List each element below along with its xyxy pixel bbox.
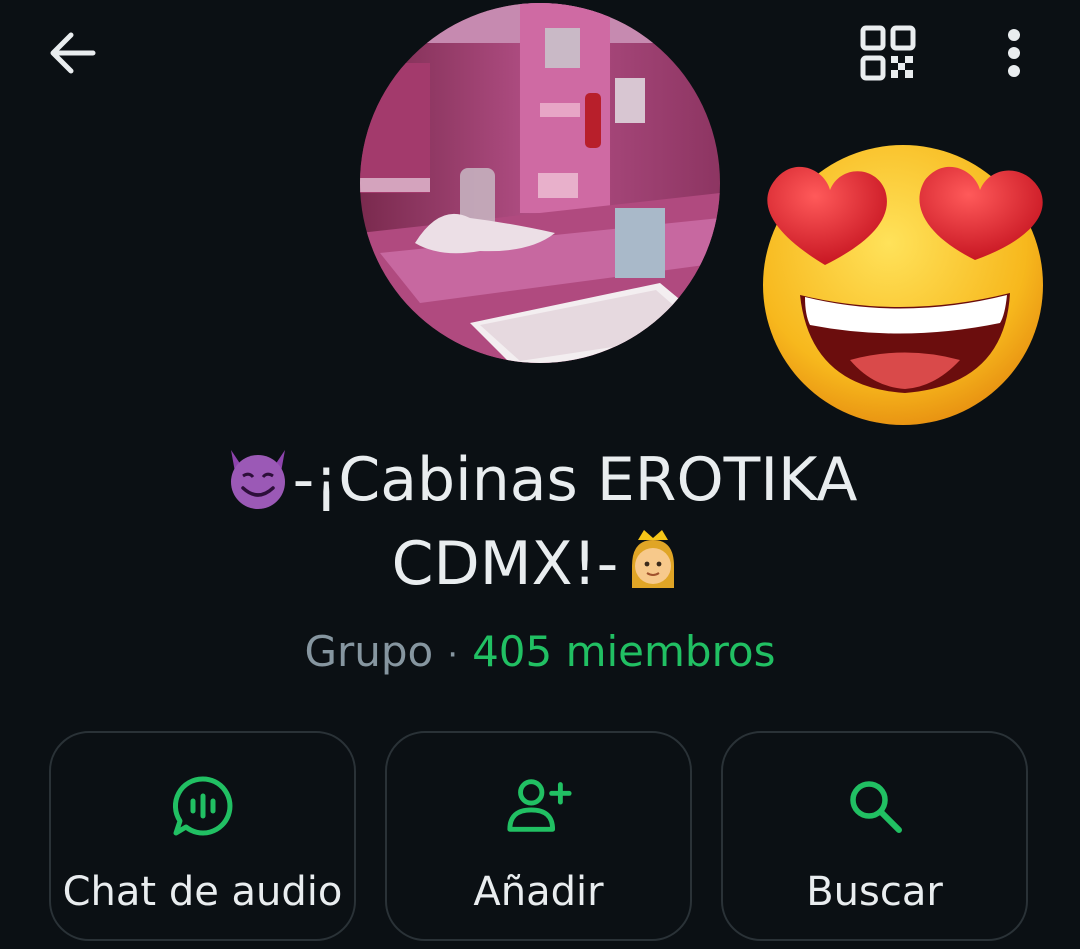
title-line-1: -¡Cabinas EROTIKA [292,445,858,515]
group-type: Grupo [304,627,434,676]
group-subtitle: Grupo · 405 miembros [0,622,1080,685]
audio-chat-icon [172,776,232,836]
princess-emoji [632,530,675,589]
more-options-button[interactable] [982,18,1046,88]
smiling-devil-emoji [230,450,285,510]
search-button[interactable]: Buscar [721,731,1028,941]
group-photo [360,3,720,363]
qr-code-icon [860,25,916,81]
qr-code-button[interactable] [852,18,924,88]
search-label: Buscar [806,869,943,915]
search-icon [849,781,902,833]
arrow-left-icon [50,32,96,74]
audio-chat-icon-wrap [168,771,238,841]
group-title: -¡Cabinas EROTIKA CDMX!- [120,438,960,606]
heart-eyes-emoji [763,145,1043,425]
add-person-icon-wrap [504,771,574,841]
group-avatar[interactable] [360,3,720,363]
back-button[interactable] [38,18,108,88]
add-person-icon [506,779,572,832]
member-count-link[interactable]: 405 miembros [472,627,775,676]
heart-eyes-sticker [755,135,1055,425]
audio-chat-button[interactable]: Chat de audio [49,731,356,941]
add-member-label: Añadir [473,869,604,915]
more-vertical-icon [1008,29,1020,77]
search-icon-wrap [840,771,910,841]
title-line-2: CDMX!- [391,529,619,599]
separator-dot: · [447,635,459,675]
add-member-button[interactable]: Añadir [385,731,692,941]
audio-chat-label: Chat de audio [62,869,343,915]
